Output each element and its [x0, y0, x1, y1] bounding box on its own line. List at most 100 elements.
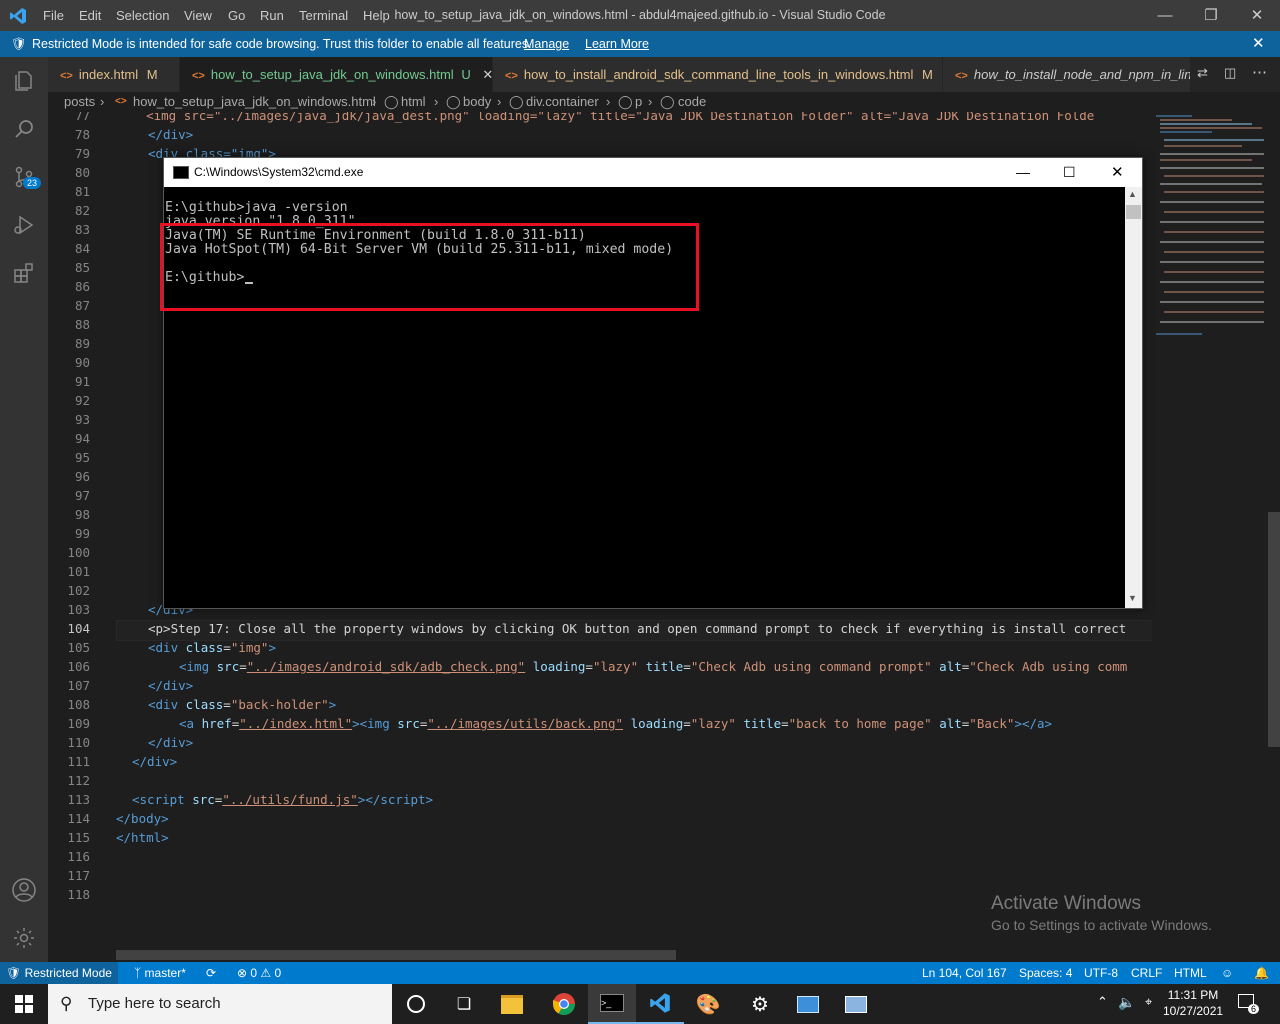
feedback-icon[interactable]: ☺ [1221, 962, 1233, 984]
tab-setup-java-jdk[interactable]: <> how_to_setup_java_jdk_on_windows.html … [180, 57, 493, 92]
open-changes-icon[interactable]: ⇄ [1197, 65, 1208, 81]
cmd-title: C:\Windows\System32\cmd.exe [194, 165, 364, 179]
cmd-maximize-button[interactable]: ☐ [1063, 158, 1076, 187]
language-mode[interactable]: HTML [1174, 962, 1207, 984]
line-number: 88 [74, 317, 90, 332]
menu-terminal[interactable]: Terminal [299, 0, 348, 31]
line-number: 89 [74, 336, 90, 351]
branch-status[interactable]: ᛉ master* [134, 962, 186, 984]
line-number: 118 [67, 887, 90, 902]
scroll-up-icon[interactable]: ▲ [1128, 189, 1137, 199]
line-number: 113 [67, 792, 90, 807]
breadcrumb-body[interactable]: body [463, 92, 491, 112]
chrome-icon[interactable] [540, 984, 588, 1024]
cmd-minimize-button[interactable]: — [1016, 158, 1030, 187]
settings-gear-icon[interactable] [0, 914, 48, 962]
restricted-mode-banner: 🛡 Restricted Mode is intended for safe c… [0, 31, 1280, 57]
file-explorer-icon[interactable] [488, 984, 536, 1024]
horizontal-scrollbar[interactable] [116, 950, 676, 960]
line-number-current: 104 [67, 621, 90, 636]
vertical-scrollbar[interactable] [1268, 112, 1280, 962]
notifications-bell-icon[interactable]: 🔔 [1254, 962, 1269, 984]
paint-icon[interactable]: 🎨 [684, 984, 732, 1024]
cortana-icon[interactable] [392, 984, 440, 1024]
breadcrumb-file[interactable]: how_to_setup_java_jdk_on_windows.html [133, 92, 376, 112]
clock[interactable]: 11:31 PM 10/27/2021 [1163, 987, 1223, 1019]
encoding[interactable]: UTF-8 [1084, 962, 1118, 984]
code-line: </div> [148, 678, 194, 693]
menu-go[interactable]: Go [228, 0, 245, 31]
code-line: </div> [132, 754, 178, 769]
line-number: 85 [74, 260, 90, 275]
manage-link[interactable]: Manage [524, 31, 569, 57]
search-icon[interactable] [0, 105, 48, 153]
close-banner-icon[interactable]: ✕ [1252, 31, 1265, 57]
windows-taskbar: ⚲ Type here to search ❏ >_ 🎨 ⚙ ⌃ 🔈 ⌖ 11:… [0, 984, 1280, 1024]
line-number: 101 [67, 564, 90, 579]
volume-icon[interactable]: 🔈 [1118, 994, 1135, 1011]
tab-node-npm[interactable]: <> how_to_install_node_and_npm_in_linu [943, 57, 1191, 92]
chevron-up-icon[interactable]: ⌃ [1097, 994, 1108, 1010]
cmd-taskbar-icon[interactable]: >_ [588, 984, 636, 1024]
menu-run[interactable]: Run [260, 0, 284, 31]
problems-status[interactable]: ⊗ 0 ⚠ 0 [237, 962, 281, 984]
task-view-icon[interactable]: ❏ [440, 984, 488, 1024]
explorer-icon[interactable] [0, 57, 48, 105]
settings-gear-icon[interactable]: ⚙ [736, 984, 784, 1024]
line-number: 90 [74, 355, 90, 370]
sync-icon[interactable]: ⟳ [206, 962, 216, 984]
indentation[interactable]: Spaces: 4 [1019, 962, 1072, 984]
action-center-icon[interactable]: 6 [1238, 994, 1260, 1014]
close-tab-icon[interactable]: ✕ [482, 67, 492, 82]
html-file-icon: <> [192, 70, 205, 82]
menu-view[interactable]: View [184, 0, 212, 31]
element-icon: ◯ [660, 94, 675, 109]
cmd-window[interactable]: C:\Windows\System32\cmd.exe — ☐ ✕ E:\git… [160, 157, 1143, 609]
menu-edit[interactable]: Edit [79, 0, 101, 31]
remote-desktop-icon[interactable] [784, 984, 832, 1024]
cursor-position[interactable]: Ln 104, Col 167 [922, 962, 1007, 984]
restricted-mode-status[interactable]: 🛡 Restricted Mode [0, 962, 118, 984]
menu-selection[interactable]: Selection [116, 0, 169, 31]
menu-help[interactable]: Help [363, 0, 390, 31]
cmd-line: E:\github>java -version [165, 200, 348, 215]
restore-button[interactable]: ❐ [1188, 0, 1234, 31]
code-line: <a href="../index.html"><img src="../ima… [179, 716, 1053, 731]
tab-index-html[interactable]: <> index.html M [48, 57, 180, 92]
learn-more-link[interactable]: Learn More [585, 31, 649, 57]
menu-file[interactable]: File [43, 0, 64, 31]
breadcrumb-p[interactable]: p [635, 92, 642, 112]
extensions-icon[interactable] [0, 249, 48, 297]
highlight-box [160, 223, 699, 311]
tab-android-sdk[interactable]: <> how_to_install_android_sdk_command_lin… [493, 57, 943, 92]
breadcrumb-html[interactable]: html [401, 92, 426, 112]
cmd-console[interactable]: E:\github>java -version java version "1.… [160, 187, 1125, 608]
run-debug-icon[interactable] [0, 201, 48, 249]
line-number: 115 [67, 830, 90, 845]
network-app-icon[interactable] [832, 984, 880, 1024]
chevron-right-icon: › [497, 94, 502, 109]
end-of-line[interactable]: CRLF [1131, 962, 1162, 984]
cmd-scroll-thumb[interactable] [1126, 205, 1141, 219]
breadcrumb-div-container[interactable]: div.container [526, 92, 599, 112]
minimap[interactable] [1152, 112, 1268, 962]
scroll-down-icon[interactable]: ▼ [1128, 593, 1137, 603]
cmd-close-button[interactable]: ✕ [1111, 158, 1124, 187]
scrollbar-thumb[interactable] [1268, 512, 1280, 747]
more-actions-icon[interactable]: ⋯ [1252, 63, 1267, 81]
source-control-icon[interactable]: 23 [0, 153, 48, 201]
notification-count: 6 [1248, 1004, 1260, 1014]
account-icon[interactable] [0, 866, 48, 914]
line-number: 114 [67, 811, 90, 826]
close-window-button[interactable]: ✕ [1234, 0, 1280, 31]
vscode-taskbar-icon[interactable] [636, 984, 684, 1024]
cmd-scrollbar[interactable]: ▲ ▼ [1125, 187, 1142, 608]
line-number: 99 [74, 526, 90, 541]
breadcrumb-code[interactable]: code [678, 92, 706, 112]
breadcrumb-posts[interactable]: posts [64, 92, 95, 112]
network-icon[interactable]: ⌖ [1145, 994, 1152, 1010]
taskbar-search-box[interactable]: ⚲ Type here to search [48, 984, 392, 1024]
minimize-button[interactable]: — [1142, 0, 1188, 31]
windows-start-icon[interactable] [0, 984, 48, 1024]
split-editor-icon[interactable]: ◫ [1224, 65, 1236, 81]
